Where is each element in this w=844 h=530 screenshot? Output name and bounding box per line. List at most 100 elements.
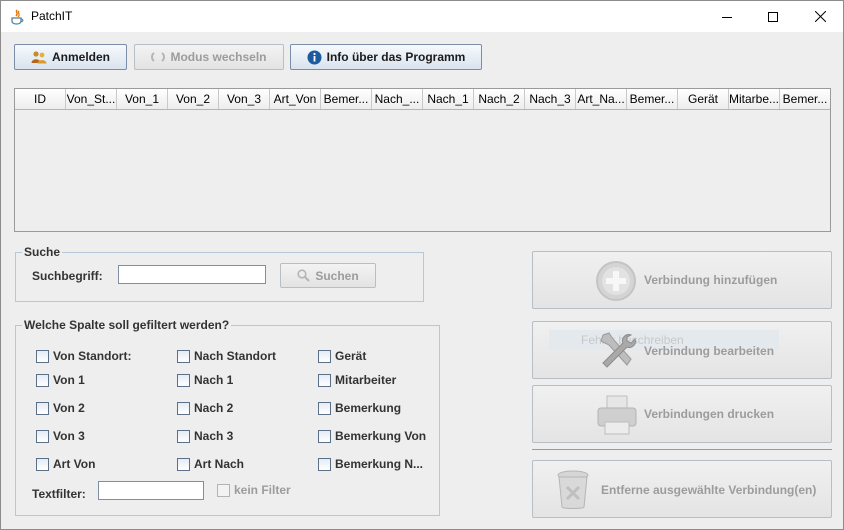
- checkbox-label: Nach Standort: [194, 349, 277, 363]
- search-term-label: Suchbegriff:: [32, 269, 103, 283]
- checkbox-label: Von 2: [53, 401, 85, 415]
- maximize-icon: [768, 11, 778, 22]
- checkbox-art-von[interactable]: Art Von: [36, 457, 95, 471]
- checkbox-nach-standort[interactable]: Nach Standort: [177, 349, 276, 363]
- checkbox-box[interactable]: [318, 457, 331, 471]
- maximize-button[interactable]: [750, 1, 796, 32]
- checkbox-label: kein Filter: [234, 483, 291, 497]
- refresh-icon: [151, 50, 166, 64]
- close-icon: [814, 11, 826, 22]
- printer-icon: [595, 394, 639, 439]
- checkbox-label: Gerät: [335, 349, 367, 363]
- checkbox-box[interactable]: [177, 429, 190, 443]
- checkbox-label: Nach 1: [194, 373, 234, 387]
- checkbox-label: Bemerkung Von: [335, 429, 427, 443]
- checkbox-box[interactable]: [177, 457, 190, 471]
- mode-switch-button[interactable]: Modus wechseln: [134, 44, 284, 70]
- checkbox-von-3[interactable]: Von 3: [36, 429, 85, 443]
- connections-table[interactable]: ID Von_St... Von_1 Von_2 Von_3 Art_Von B…: [14, 88, 831, 232]
- checkbox-bemerkung-von[interactable]: Bemerkung Von: [318, 429, 426, 443]
- column-header-nach-standort[interactable]: Nach_...: [372, 89, 423, 109]
- column-header-nach-1[interactable]: Nach_1: [423, 89, 474, 109]
- close-button[interactable]: [797, 1, 843, 32]
- checkbox-art-nach[interactable]: Art Nach: [177, 457, 244, 471]
- search-button[interactable]: Suchen: [280, 263, 376, 288]
- checkbox-bemerkung[interactable]: Bemerkung: [318, 401, 401, 415]
- checkbox-geraet[interactable]: Gerät: [318, 349, 366, 363]
- search-icon: [297, 269, 311, 282]
- checkbox-nach-3[interactable]: Nach 3: [177, 429, 233, 443]
- checkbox-label: Nach 3: [194, 429, 234, 443]
- trash-icon: [555, 469, 591, 514]
- column-header-von-2[interactable]: Von_2: [168, 89, 219, 109]
- checkbox-box[interactable]: [318, 429, 331, 443]
- checkbox-box[interactable]: [36, 457, 49, 471]
- checkbox-von-standort[interactable]: Von Standort:: [36, 349, 131, 363]
- title-bar: PatchIT: [1, 1, 843, 32]
- column-header-nach-3[interactable]: Nach_3: [525, 89, 576, 109]
- column-header-nach-2[interactable]: Nach_2: [474, 89, 525, 109]
- checkbox-box[interactable]: [177, 401, 190, 415]
- info-icon: [307, 50, 322, 65]
- column-header-art-nach[interactable]: Art_Na...: [576, 89, 627, 109]
- print-connections-button[interactable]: Verbindungen drucken: [532, 385, 832, 443]
- checkbox-box[interactable]: [177, 349, 190, 363]
- checkbox-no-filter[interactable]: kein Filter: [217, 483, 291, 497]
- checkbox-nach-1[interactable]: Nach 1: [177, 373, 233, 387]
- column-header-bemerkung-nach[interactable]: Bemer...: [627, 89, 678, 109]
- checkbox-label: Von 3: [53, 429, 85, 443]
- column-header-von-1[interactable]: Von_1: [117, 89, 168, 109]
- edit-connection-label: Verbindung bearbeiten: [644, 344, 775, 358]
- checkbox-label: Bemerkung N...: [335, 457, 424, 471]
- print-connections-label: Verbindungen drucken: [644, 407, 775, 421]
- checkbox-box[interactable]: [36, 349, 49, 363]
- column-header-bemerkung-von[interactable]: Bemer...: [321, 89, 372, 109]
- info-button-label: Info über das Programm: [326, 50, 466, 64]
- edit-connection-button[interactable]: Fehler beschreiben Verbindung bearbeiten: [532, 321, 832, 379]
- users-icon: [31, 50, 47, 64]
- column-header-bemerkung[interactable]: Bemer...: [780, 89, 830, 109]
- remove-connection-button[interactable]: Entferne ausgewählte Verbindung(en): [532, 460, 832, 518]
- textfilter-input[interactable]: [98, 481, 204, 500]
- column-header-id[interactable]: ID: [15, 89, 66, 109]
- checkbox-label: Nach 2: [194, 401, 234, 415]
- add-connection-button[interactable]: Verbindung hinzufügen: [532, 251, 832, 309]
- checkbox-box[interactable]: [36, 401, 49, 415]
- search-button-label: Suchen: [315, 268, 359, 283]
- column-header-mitarbeiter[interactable]: Mitarbe...: [729, 89, 780, 109]
- checkbox-box[interactable]: [36, 373, 49, 387]
- search-input[interactable]: [118, 265, 266, 284]
- textfilter-label: Textfilter:: [32, 487, 86, 501]
- checkbox-box[interactable]: [318, 401, 331, 415]
- info-button[interactable]: Info über das Programm: [290, 44, 482, 70]
- checkbox-box[interactable]: [217, 483, 230, 497]
- checkbox-nach-2[interactable]: Nach 2: [177, 401, 233, 415]
- column-header-art-von[interactable]: Art_Von: [270, 89, 321, 109]
- checkbox-bemerkung-nach[interactable]: Bemerkung N...: [318, 457, 423, 471]
- column-header-von-3[interactable]: Von_3: [219, 89, 270, 109]
- checkbox-box[interactable]: [177, 373, 190, 387]
- checkbox-label: Art Nach: [194, 457, 245, 471]
- checkbox-box[interactable]: [318, 349, 331, 363]
- checkbox-box[interactable]: [36, 429, 49, 443]
- checkbox-mitarbeiter[interactable]: Mitarbeiter: [318, 373, 396, 387]
- login-button[interactable]: Anmelden: [14, 44, 127, 70]
- login-button-label: Anmelden: [51, 50, 110, 64]
- checkbox-label: Von Standort:: [53, 349, 132, 363]
- main-content: Anmelden Modus wechseln Info über das Pr…: [1, 32, 843, 529]
- search-group-legend: Suche: [22, 245, 63, 259]
- minimize-button[interactable]: [704, 1, 750, 32]
- remove-connection-label: Entferne ausgewählte Verbindung(en): [601, 483, 817, 497]
- checkbox-von-1[interactable]: Von 1: [36, 373, 85, 387]
- column-header-von-standort[interactable]: Von_St...: [66, 89, 117, 109]
- checkbox-von-2[interactable]: Von 2: [36, 401, 85, 415]
- column-header-geraet[interactable]: Gerät: [678, 89, 729, 109]
- checkbox-label: Bemerkung: [335, 401, 402, 415]
- java-app-icon: [10, 9, 24, 25]
- add-connection-label: Verbindung hinzufügen: [644, 273, 778, 287]
- tools-icon: [595, 329, 639, 376]
- checkbox-label: Von 1: [53, 373, 85, 387]
- checkbox-box[interactable]: [318, 373, 331, 387]
- filter-group-legend: Welche Spalte soll gefiltert werden?: [22, 318, 232, 332]
- search-group: Suche Suchbegriff: Suchen: [15, 245, 424, 302]
